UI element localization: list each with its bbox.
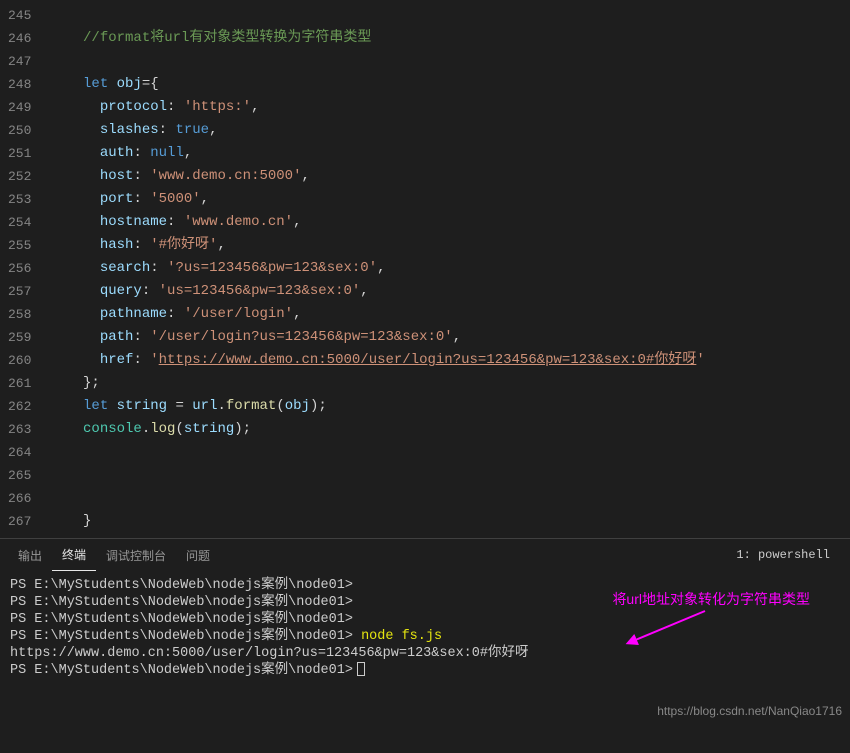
line-number: 248	[8, 73, 31, 96]
tab-problems[interactable]: 问题	[176, 539, 220, 571]
terminal-selector[interactable]: 1: powershell	[728, 546, 838, 564]
terminal-cursor	[357, 662, 365, 676]
code-line[interactable]: pathname: '/user/login',	[49, 303, 850, 326]
annotation-text: 将url地址对象转化为字符串类型	[612, 591, 810, 608]
line-number: 245	[8, 4, 31, 27]
line-number: 264	[8, 441, 31, 464]
code-line[interactable]: query: 'us=123456&pw=123&sex:0',	[49, 280, 850, 303]
code-line[interactable]: let string = url.format(obj);	[49, 395, 850, 418]
line-number-gutter: 2452462472482492502512522532542552562572…	[0, 0, 49, 538]
code-line[interactable]: host: 'www.demo.cn:5000',	[49, 165, 850, 188]
line-number: 252	[8, 165, 31, 188]
code-area[interactable]: //format将url有对象类型转换为字符串类型 let obj={ prot…	[49, 0, 850, 538]
annotation-arrow-icon	[625, 609, 715, 649]
code-line[interactable]: //format将url有对象类型转换为字符串类型	[49, 27, 850, 50]
code-line[interactable]: href: 'https://www.demo.cn:5000/user/log…	[49, 349, 850, 372]
tab-debug-console[interactable]: 调试控制台	[96, 539, 176, 571]
line-number: 266	[8, 487, 31, 510]
code-line[interactable]: let obj={	[49, 73, 850, 96]
line-number: 256	[8, 257, 31, 280]
code-line[interactable]: slashes: true,	[49, 119, 850, 142]
line-number: 257	[8, 280, 31, 303]
line-number: 267	[8, 510, 31, 533]
code-line[interactable]: }	[49, 510, 850, 533]
terminal-line: https://www.demo.cn:5000/user/login?us=1…	[10, 645, 840, 662]
code-line[interactable]: };	[49, 372, 850, 395]
line-number: 254	[8, 211, 31, 234]
code-line[interactable]: auth: null,	[49, 142, 850, 165]
panel-tabs: 输出 终端 调试控制台 问题 1: powershell	[0, 539, 850, 571]
code-line[interactable]	[49, 50, 850, 73]
line-number: 247	[8, 50, 31, 73]
tab-terminal[interactable]: 终端	[52, 539, 96, 571]
terminal-content[interactable]: PS E:\MyStudents\NodeWeb\nodejs案例\node01…	[0, 571, 850, 753]
code-line[interactable]: hostname: 'www.demo.cn',	[49, 211, 850, 234]
line-number: 253	[8, 188, 31, 211]
line-number: 258	[8, 303, 31, 326]
line-number: 261	[8, 372, 31, 395]
line-number: 250	[8, 119, 31, 142]
terminal-line: PS E:\MyStudents\NodeWeb\nodejs案例\node01…	[10, 611, 840, 628]
code-line[interactable]	[49, 464, 850, 487]
line-number: 265	[8, 464, 31, 487]
watermark: https://blog.csdn.net/NanQiao1716	[657, 704, 842, 718]
code-line[interactable]: search: '?us=123456&pw=123&sex:0',	[49, 257, 850, 280]
line-number: 263	[8, 418, 31, 441]
line-number: 249	[8, 96, 31, 119]
line-number: 246	[8, 27, 31, 50]
code-line[interactable]: protocol: 'https:',	[49, 96, 850, 119]
code-line[interactable]	[49, 4, 850, 27]
code-line[interactable]: path: '/user/login?us=123456&pw=123&sex:…	[49, 326, 850, 349]
code-line[interactable]	[49, 487, 850, 510]
line-number: 259	[8, 326, 31, 349]
line-number: 255	[8, 234, 31, 257]
tab-output[interactable]: 输出	[8, 539, 52, 571]
code-line[interactable]: port: '5000',	[49, 188, 850, 211]
code-editor[interactable]: 2452462472482492502512522532542552562572…	[0, 0, 850, 538]
line-number: 251	[8, 142, 31, 165]
code-line[interactable]: console.log(string);	[49, 418, 850, 441]
bottom-panel: 输出 终端 调试控制台 问题 1: powershell PS E:\MyStu…	[0, 538, 850, 722]
line-number: 262	[8, 395, 31, 418]
terminal-line: PS E:\MyStudents\NodeWeb\nodejs案例\node01…	[10, 628, 840, 645]
line-number: 260	[8, 349, 31, 372]
code-line[interactable]: hash: '#你好呀',	[49, 234, 850, 257]
code-line[interactable]	[49, 441, 850, 464]
terminal-line: PS E:\MyStudents\NodeWeb\nodejs案例\node01…	[10, 662, 840, 679]
